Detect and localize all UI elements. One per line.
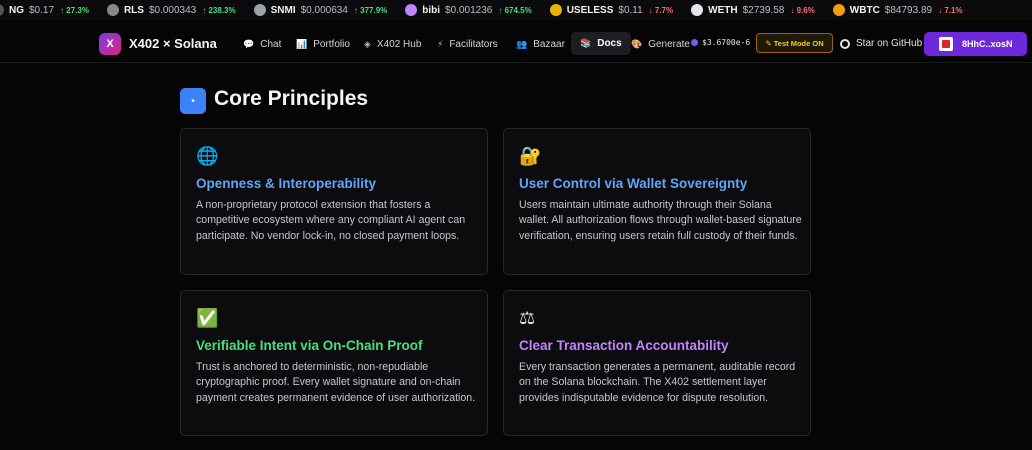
wallet-button[interactable]: 8HhC..xosN [924, 32, 1027, 56]
scales-icon: ⚖ [519, 308, 536, 328]
ticker-symbol: SNMI [270, 4, 296, 16]
ticker-symbol: WBTC [849, 4, 880, 16]
nav-generate-label: Generate [648, 38, 690, 50]
github-icon [840, 38, 850, 49]
principle-card-user-control: 🔐 User Control via Wallet Sovereignty Us… [503, 128, 811, 275]
globe-icon: 🌐 [196, 146, 219, 166]
top-navbar: X X402 × Solana 💬 Chat 📊 Portfolio ◈ X402 H… [0, 25, 1032, 63]
generate-icon: 🎨 [631, 38, 643, 49]
nav-bazaar[interactable]: 👥 Bazaar [516, 36, 565, 52]
nav-chat-label: Chat [260, 38, 282, 50]
nav-docs[interactable]: 📚 Docs [571, 32, 631, 55]
ticker-price: $2739.58 [742, 4, 785, 16]
github-label: Star on GitHub [856, 38, 923, 49]
nav-facilitators[interactable]: ⚡ Facilitators [437, 36, 498, 52]
ticker-item[interactable]: USELESS $0.11 ↓ 7.7% [549, 4, 674, 16]
token-icon [691, 4, 704, 16]
ticker-change: ↑ 377.9% [353, 5, 388, 15]
nav-chat[interactable]: 💬 Chat [243, 36, 281, 52]
chat-icon: 💬 [243, 38, 255, 49]
ticker-price: $0.001236 [445, 4, 493, 16]
ticker-item[interactable]: SNMI $0.000634 ↑ 377.9% [253, 4, 388, 16]
bolt-icon: ⚡ [437, 38, 444, 49]
ticker-symbol: RLS [123, 4, 144, 16]
token-icon [832, 4, 845, 16]
principle-card-openness: 🌐 Openness & Interoperability A non-prop… [180, 128, 488, 275]
page-title: Core Principles [214, 87, 369, 110]
card-title: Verifiable Intent via On-Chain Proof [196, 338, 423, 353]
nav-bazaar-label: Bazaar [533, 38, 565, 50]
card-description: A non-proprietary protocol extension tha… [196, 199, 466, 242]
card-description: Users maintain ultimate authority throug… [519, 199, 802, 242]
lock-icon: 🔐 [519, 146, 542, 166]
ticker-change: ↓ 7.7% [648, 5, 674, 15]
nav-x402-hub[interactable]: ◈ X402 Hub [364, 36, 421, 52]
token-icon [549, 4, 562, 16]
ticker-change: ↑ 238.3% [202, 5, 236, 15]
checkmark-icon: ✅ [196, 308, 219, 328]
hub-icon: ◈ [364, 38, 371, 49]
bazaar-icon: 👥 [516, 38, 528, 49]
app-title[interactable]: X402 × Solana [129, 36, 217, 51]
ticker-price: $0.000343 [148, 4, 197, 16]
principle-card-verifiable-intent: ✅ Verifiable Intent via On-Chain Proof T… [180, 290, 488, 436]
token-icon [253, 4, 266, 16]
nav-portfolio[interactable]: 📊 Portfolio [296, 36, 350, 52]
token-icon [405, 4, 418, 16]
wallet-address: 8HhC..xosN [962, 39, 1013, 49]
ticker-symbol: bibi [422, 4, 441, 16]
token-icon [106, 4, 119, 16]
section-icon: • [180, 88, 206, 114]
card-title: Openness & Interoperability [196, 176, 377, 191]
docs-icon: 📚 [580, 38, 592, 48]
ticker-change: ↓ 9.6% [790, 5, 815, 15]
nav-portfolio-label: Portfolio [313, 38, 350, 50]
logo-icon[interactable]: X [99, 33, 121, 55]
ticker-symbol: WETH [708, 4, 738, 16]
nav-hub-label: X402 Hub [376, 38, 422, 50]
github-star-button[interactable]: Star on GitHub [840, 38, 922, 49]
card-description: Trust is anchored to deterministic, non-… [196, 361, 476, 404]
nav-docs-label: Docs [597, 38, 622, 49]
ticker-price: $0.000634 [300, 4, 348, 16]
wallet-avatar-icon [939, 37, 953, 51]
nav-generate[interactable]: 🎨 Generate [631, 36, 690, 52]
token-dot-icon [691, 39, 698, 46]
ticker-item[interactable]: bibi $0.001236 ↑ 674.5% [405, 4, 532, 16]
ticker-item[interactable]: RLS $0.000343 ↑ 238.3% [106, 4, 236, 16]
token-icon [0, 4, 4, 16]
test-mode-button[interactable]: ✎ Test Mode ON [756, 33, 833, 53]
price-ticker: NG $0.17 ↑ 27.3% RLS $0.000343 ↑ 238.3% SNMI $0… [0, 0, 1032, 20]
ticker-change: ↑ 674.5% [498, 5, 532, 15]
ticker-symbol: NG [9, 4, 24, 16]
ticker-change: ↓ 7.1% [938, 5, 963, 15]
ticker-price: $84793.89 [884, 4, 933, 16]
card-title: Clear Transaction Accountability [519, 338, 729, 353]
ticker-price: $0.17 [29, 4, 55, 16]
ticker-change: ↑ 27.3% [60, 5, 89, 15]
nav-facilitators-label: Facilitators [449, 38, 498, 50]
token-price-value: $3.6700e-6 [702, 38, 751, 47]
ticker-price: $0.11 [618, 4, 643, 16]
card-title: User Control via Wallet Sovereignty [519, 176, 748, 191]
principle-card-accountability: ⚖ Clear Transaction Accountability Every… [503, 290, 811, 436]
token-price: $3.6700e-6 [691, 38, 750, 47]
ticker-item[interactable]: WBTC $84793.89 ↓ 7.1% [832, 4, 963, 16]
ticker-item[interactable]: WETH $2739.58 ↓ 9.6% [691, 4, 815, 16]
ticker-symbol: USELESS [566, 4, 614, 16]
ticker-item[interactable]: NG $0.17 ↑ 27.3% [0, 4, 89, 16]
card-description: Every transaction generates a permanent,… [519, 361, 796, 404]
portfolio-icon: 📊 [296, 38, 308, 49]
